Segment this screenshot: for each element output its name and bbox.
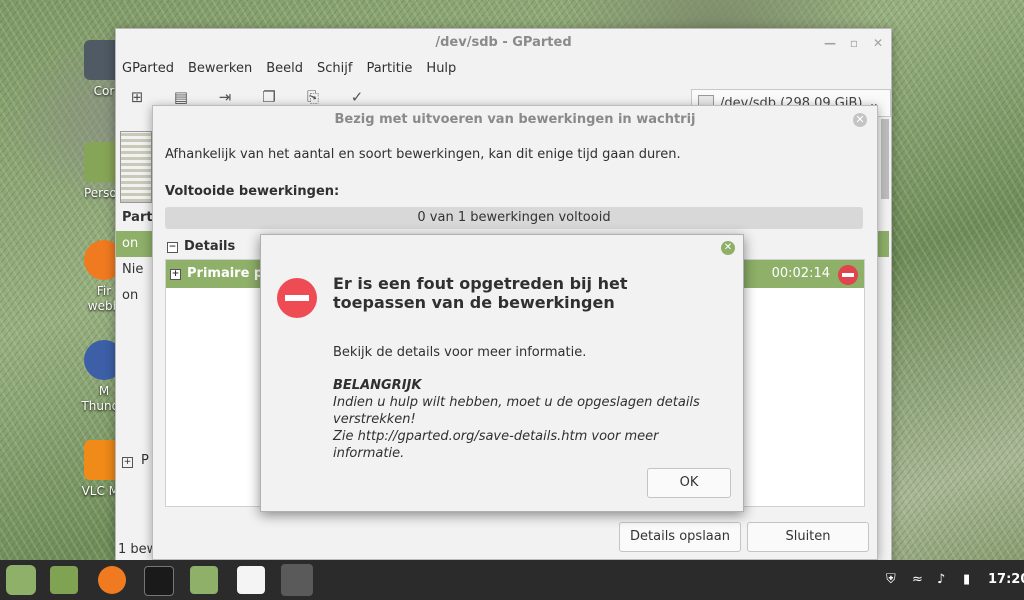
firefox-icon[interactable] — [98, 566, 126, 594]
taskbar: ⛨ ≈ ♪ ▮ 17:20 — [0, 560, 1024, 600]
error-status-icon — [838, 265, 858, 285]
partition-row[interactable]: on — [116, 283, 156, 309]
completed-label: Voltooide bewerkingen: — [165, 184, 340, 199]
save-details-button[interactable]: Details opslaan — [619, 522, 741, 552]
important-notice: BELANGRIJK Indien u hulp wilt hebben, mo… — [333, 377, 733, 462]
battery-icon[interactable]: ▮ — [963, 560, 970, 600]
collapse-icon: − — [167, 242, 178, 253]
terminal-icon[interactable] — [144, 566, 174, 596]
expand-icon: + — [122, 457, 133, 468]
shield-icon[interactable]: ⛨ — [886, 560, 896, 600]
scroll-strip — [881, 119, 889, 199]
email-icon[interactable] — [237, 566, 265, 594]
disk-graph[interactable] — [120, 131, 152, 203]
close-icon[interactable]: ✕ — [853, 113, 867, 127]
error-icon — [277, 278, 317, 318]
progress-bar: 0 van 1 bewerkingen voltooid — [165, 207, 863, 229]
files-icon[interactable] — [50, 566, 78, 594]
progress-intro: Afhankelijk van het aantal en soort bewe… — [165, 147, 681, 162]
progress-title: Bezig met uitvoeren van bewerkingen in w… — [334, 112, 696, 127]
partition-row[interactable]: Nie — [116, 257, 156, 283]
chrome-icon[interactable] — [281, 564, 313, 596]
menu-hulp[interactable]: Hulp — [426, 61, 456, 76]
window-title: /dev/sdb - GParted — [435, 35, 572, 50]
close-button[interactable]: Sluiten — [747, 522, 869, 552]
wifi-icon[interactable]: ≈ — [912, 560, 923, 600]
close-icon[interactable]: ✕ — [871, 29, 885, 57]
progress-titlebar[interactable]: Bezig met uitvoeren van bewerkingen in w… — [153, 106, 877, 134]
clock[interactable]: 17:20 — [988, 560, 1024, 600]
error-dialog: ✕ Er is een fout opgetreden bij het toep… — [260, 234, 744, 512]
important-heading: BELANGRIJK — [333, 378, 422, 393]
partition-column-header: Part — [122, 210, 153, 225]
folder-icon[interactable] — [190, 566, 218, 594]
expand-icon[interactable]: + — [170, 269, 181, 280]
menu-schijf[interactable]: Schijf — [317, 61, 352, 76]
partition-list: Part on Nie on — [116, 205, 156, 309]
operation-time: 00:02:14 — [771, 266, 830, 281]
new-partition-icon[interactable]: ⊞ — [126, 86, 148, 108]
menu-gparted[interactable]: GParted — [122, 61, 174, 76]
important-line: Indien u hulp wilt hebben, moet u de opg… — [333, 395, 700, 427]
maximize-icon[interactable]: ▫ — [847, 29, 861, 57]
menubar: GParted Bewerken Beeld Schijf Partitie H… — [116, 57, 891, 79]
close-icon[interactable]: ✕ — [721, 241, 735, 255]
volume-icon[interactable]: ♪ — [937, 560, 945, 600]
ok-button[interactable]: OK — [647, 468, 731, 498]
menu-bewerken[interactable]: Bewerken — [188, 61, 252, 76]
important-line: Zie http://gparted.org/save-details.htm … — [333, 429, 659, 461]
minimize-icon[interactable]: — — [823, 29, 837, 57]
pending-operations-toggle[interactable]: + P — [122, 453, 149, 468]
menu-partitie[interactable]: Partitie — [366, 61, 412, 76]
error-title: Er is een fout opgetreden bij het toepas… — [333, 274, 628, 312]
error-body: Bekijk de details voor meer informatie. — [333, 345, 587, 360]
main-titlebar[interactable]: /dev/sdb - GParted — ▫ ✕ — [116, 29, 891, 57]
partition-row[interactable]: on — [116, 231, 156, 257]
menu-beeld[interactable]: Beeld — [266, 61, 303, 76]
details-expander[interactable]: − Details — [167, 239, 235, 254]
operation-name: Primaire p — [187, 266, 264, 281]
menu-icon[interactable] — [6, 565, 36, 595]
